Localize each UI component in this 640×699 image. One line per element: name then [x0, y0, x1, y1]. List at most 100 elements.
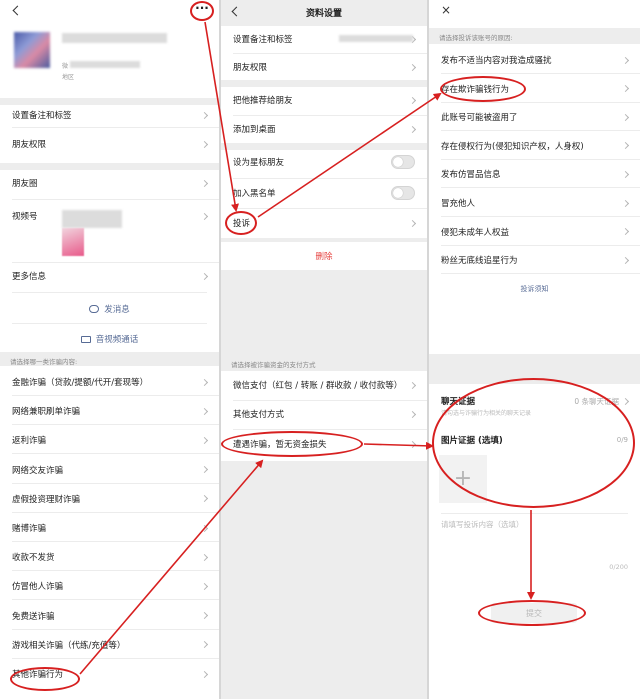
chevron-right-icon: [200, 641, 209, 649]
fraud-type-item[interactable]: 网络交友诈骗: [0, 462, 219, 478]
chevron-right-icon: [408, 381, 417, 389]
row-label: 朋友权限: [233, 63, 268, 73]
chevron-right-icon: [408, 63, 417, 71]
fraud-type-item[interactable]: 网络兼职刷单诈骗: [0, 403, 219, 419]
row-label: 朋友圈: [12, 179, 38, 189]
profile-panel: ··· 微 地区 设置备注和标签 朋友权限 朋友圈 视频号 更多信息 发消息 音…: [0, 0, 219, 699]
fraud-type-label: 游戏相关诈骗（代练/充值等）: [12, 640, 126, 651]
fraud-type-label: 收款不发货: [12, 553, 55, 564]
row-label: 加入黑名单: [233, 189, 276, 199]
row-add-to-desktop[interactable]: 添加到桌面: [221, 121, 427, 137]
divider: [441, 187, 640, 189]
delete-button[interactable]: 删除: [221, 250, 427, 262]
divider: [12, 424, 219, 426]
send-message-button[interactable]: 发消息: [0, 302, 219, 316]
row-label: 微信支付（红包 / 转账 / 群收款 / 收付款等）: [233, 381, 403, 391]
fraud-type-item[interactable]: 收款不发货: [0, 549, 219, 565]
chevron-right-icon: [408, 219, 417, 227]
chevron-right-icon: [621, 56, 630, 64]
description-placeholder: 请填写投诉内容（选填）: [441, 520, 524, 529]
fraud-type-item[interactable]: 赌博诈骗: [0, 520, 219, 536]
divider: [12, 657, 219, 659]
annotation-ring-complain: [225, 211, 257, 235]
back-icon[interactable]: [12, 5, 23, 16]
complaint-reason-item[interactable]: 存在侵权行为(侵犯知识产权，人身权): [429, 138, 640, 154]
chevron-right-icon: [200, 582, 209, 590]
row-label: 朋友权限: [12, 140, 47, 150]
complaint-reason-item[interactable]: 发布仿冒品信息: [429, 166, 640, 182]
channels-thumbnail: [62, 228, 84, 256]
complaint-reason-item[interactable]: 粉丝无底线追星行为: [429, 252, 640, 268]
fraud-type-item[interactable]: 免费送诈骗: [0, 608, 219, 624]
row-label: 设置备注和标签: [12, 111, 72, 121]
divider: [12, 395, 219, 396]
channels-thumb-blurred: [62, 210, 122, 228]
chevron-right-icon: [200, 495, 209, 503]
complaint-reason-item[interactable]: 冒充他人: [429, 195, 640, 211]
complaint-description-input[interactable]: 请填写投诉内容（选填） 0/200: [441, 519, 628, 575]
wechat-id-label: 微: [62, 63, 69, 70]
annotation-ring-fraud-reason: [440, 76, 526, 102]
chevron-right-icon: [200, 179, 209, 187]
divider: [441, 101, 640, 103]
star-friend-toggle[interactable]: [391, 155, 415, 169]
fraud-type-item[interactable]: 返利诈骗: [0, 432, 219, 448]
chevron-right-icon: [200, 436, 209, 444]
divider: [12, 541, 219, 542]
complaint-section-header: 请选择投诉该账号的原因:: [439, 34, 513, 42]
fraud-type-item[interactable]: 虚假投资理财诈骗: [0, 491, 219, 507]
complaint-panel: × 请选择投诉该账号的原因: 发布不适当内容对我造成骚扰 存在欺诈骗钱行为 此账号可…: [429, 0, 640, 699]
chevron-right-icon: [200, 612, 209, 620]
pay-method-wechat[interactable]: 微信支付（红包 / 转账 / 群收款 / 收付款等）: [221, 377, 427, 393]
fraud-type-item[interactable]: 金融诈骗（贷款/提额/代开/套现等）: [0, 374, 219, 390]
complaint-guide-link[interactable]: 投诉须知: [429, 284, 640, 294]
annotation-ring-other-fraud: [10, 667, 80, 691]
row-friend-permissions[interactable]: 朋友权限: [0, 136, 219, 152]
fraud-type-label: 免费送诈骗: [12, 611, 55, 622]
video-call-label: 音视频通话: [95, 335, 139, 345]
chevron-right-icon: [621, 142, 630, 150]
row-remark-tags[interactable]: 设置备注和标签: [0, 107, 219, 123]
avatar[interactable]: [14, 32, 50, 68]
chevron-right-icon: [200, 670, 209, 678]
close-icon[interactable]: ×: [441, 3, 451, 17]
chevron-right-icon: [621, 170, 630, 178]
divider: [12, 453, 219, 455]
complaint-reason-label: 存在侵权行为(侵犯知识产权，人身权): [441, 141, 584, 152]
fraud-type-label: 金融诈骗（贷款/提额/代开/套现等）: [12, 378, 149, 388]
complaint-reason-label: 发布不适当内容对我造成骚扰: [441, 56, 552, 66]
chevron-right-icon: [621, 397, 630, 405]
row-star-friend: 设为星标朋友: [221, 153, 427, 171]
complaint-reason-item[interactable]: 侵犯未成年人权益: [429, 224, 640, 240]
row-friend-permissions[interactable]: 朋友权限: [221, 59, 427, 75]
chevron-right-icon: [408, 410, 417, 418]
chevron-right-icon: [200, 212, 209, 220]
complaint-reason-item[interactable]: 此账号可能被盗用了: [429, 109, 640, 125]
complaint-reason-label: 冒充他人: [441, 199, 476, 209]
divider: [12, 570, 219, 572]
annotation-ring-no-loss: [221, 431, 363, 457]
row-moments[interactable]: 朋友圈: [0, 175, 219, 191]
pay-method-other[interactable]: 其他支付方式: [221, 406, 427, 422]
chevron-right-icon: [408, 125, 417, 133]
video-call-button[interactable]: 音视频通话: [0, 332, 219, 346]
row-label: 把他推荐给朋友: [233, 96, 293, 106]
row-more-info[interactable]: 更多信息: [0, 268, 219, 284]
blacklist-toggle[interactable]: [391, 186, 415, 200]
divider: [441, 158, 640, 160]
complaint-reason-item[interactable]: 发布不适当内容对我造成骚扰: [429, 52, 640, 68]
chevron-right-icon: [621, 256, 630, 264]
row-recommend-friend[interactable]: 把他推荐给朋友: [221, 92, 427, 108]
fraud-type-label: 虚假投资理财诈骗: [12, 494, 81, 505]
fraud-type-label: 网络交友诈骗: [12, 465, 64, 476]
nickname-blurred: [62, 33, 167, 43]
complaint-reason-label: 此账号可能被盗用了: [441, 113, 518, 124]
chevron-right-icon: [408, 440, 417, 448]
fraud-section-header: 请选择哪一类诈骗内容:: [10, 358, 78, 366]
row-blacklist: 加入黑名单: [221, 184, 427, 202]
fraud-type-item[interactable]: 仿冒他人诈骗: [0, 578, 219, 594]
settings-nav-bar: 资料设置: [221, 0, 427, 24]
fraud-type-item[interactable]: 游戏相关诈骗（代练/充值等）: [0, 637, 219, 653]
send-message-label: 发消息: [104, 305, 130, 315]
divider: [441, 73, 640, 74]
